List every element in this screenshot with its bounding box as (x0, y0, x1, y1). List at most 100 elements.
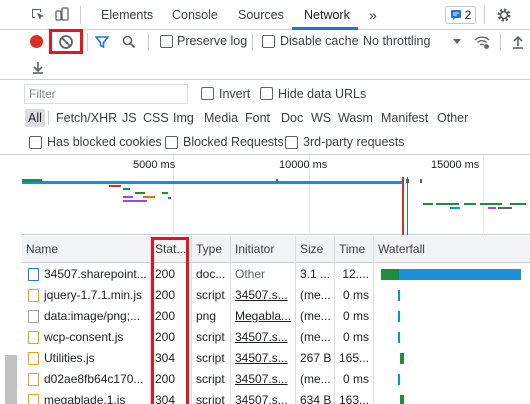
divider (252, 33, 253, 51)
filter-type-other[interactable]: Other (437, 109, 468, 127)
overview-bar (450, 207, 460, 209)
table-row[interactable]: data:image/png;... 200 png Megabla... (me...… (22, 306, 530, 327)
overview-bar (143, 196, 155, 198)
overview-tick-label: 5000 ms (133, 159, 176, 171)
waterfall-bar (381, 269, 399, 280)
more-tabs-button[interactable]: » (369, 0, 377, 30)
cell-initiator[interactable]: 34507.s... (231, 369, 295, 390)
tab-sources[interactable]: Sources (238, 0, 284, 30)
cell-time: 0 ms (342, 309, 369, 323)
has-blocked-cookies-checkbox[interactable] (29, 136, 42, 149)
device-toolbar-icon[interactable] (52, 5, 72, 25)
overview-bar (510, 203, 526, 205)
filter-type-font[interactable]: Font (245, 109, 270, 127)
issues-badge[interactable]: 2 (445, 6, 476, 24)
search-icon[interactable] (119, 32, 139, 52)
divider (148, 33, 149, 51)
table-row[interactable]: wcp-consent.js 200 script 34507.s... (me... 0… (22, 327, 530, 348)
requests-table: Name Stat... Type Initiator Size Time Wa… (22, 236, 530, 404)
cell-name: 34507.sharepoint... (44, 267, 147, 281)
cell-size: (me... (300, 372, 331, 386)
filter-type-fetch-xhr[interactable]: Fetch/XHR (56, 109, 117, 127)
tab-elements[interactable]: Elements (101, 0, 153, 30)
overview-dom-marker (407, 177, 408, 235)
cell-type: png (196, 309, 217, 323)
filter-type-img[interactable]: Img (173, 109, 194, 127)
throttling-select[interactable]: No throttling (363, 34, 430, 48)
tab-network[interactable]: Network (304, 0, 350, 30)
table-row[interactable]: Utilities.js 304 script 34507.s... 267 B 165.… (22, 348, 530, 369)
column-header-time[interactable]: Time (335, 236, 373, 263)
overview-bar (464, 203, 476, 205)
tab-console[interactable]: Console (172, 0, 218, 30)
cell-type: script (196, 372, 225, 386)
cell-initiator: Other (235, 267, 266, 281)
column-header-name[interactable]: Name (22, 236, 150, 263)
filter-type-doc[interactable]: Doc (281, 109, 303, 127)
blocked-requests-checkbox[interactable] (165, 136, 178, 149)
download-icon[interactable] (28, 57, 48, 77)
clear-icon[interactable] (56, 32, 76, 52)
cell-initiator[interactable]: 34507.s... (231, 327, 295, 348)
disable-cache-checkbox[interactable] (262, 35, 275, 48)
filter-input[interactable]: Filter (24, 84, 188, 104)
divider (48, 111, 49, 125)
network-conditions-icon[interactable] (472, 32, 492, 52)
blocked-requests-label: Blocked Requests (183, 135, 284, 149)
third-party-requests-checkbox[interactable] (285, 136, 298, 149)
cell-time: 165... (338, 351, 369, 365)
table-row[interactable]: megablade.1.js 304 script 34507.s... 634 B 16… (22, 390, 530, 404)
cell-time: 0 ms (342, 372, 369, 386)
table-row[interactable]: 34507.sharepoint... 200 doc... Other 3.1 ...… (22, 264, 530, 285)
dropdown-caret-icon[interactable] (447, 32, 467, 52)
overview-bar (123, 196, 133, 198)
table-row[interactable]: d02ae8fb64c170... 200 script 34507.s... (me.… (22, 369, 530, 390)
filter-type-ws[interactable]: WS (311, 109, 331, 127)
inspect-element-icon[interactable] (28, 5, 48, 25)
filter-icon[interactable] (92, 32, 112, 52)
network-overview[interactable]: 5000 ms 10000 ms 15000 ms (22, 155, 530, 235)
cell-initiator[interactable]: 34507.s... (231, 348, 295, 369)
cell-size: 267 B (300, 351, 332, 365)
column-header-waterfall[interactable]: Waterfall (374, 236, 524, 263)
column-header-initiator[interactable]: Initiator (231, 236, 295, 263)
cell-type: script (196, 330, 225, 344)
preserve-log-checkbox[interactable] (160, 35, 173, 48)
invert-checkbox[interactable] (201, 87, 214, 100)
divider (80, 6, 81, 24)
third-party-requests-label: 3rd-party requests (303, 135, 405, 149)
cell-initiator[interactable]: 34507.s... (231, 285, 295, 306)
overview-bar (480, 203, 502, 205)
column-header-size[interactable]: Size (296, 236, 334, 263)
overview-bar (123, 188, 130, 190)
scrollbar-thumb[interactable] (5, 355, 17, 404)
overview-bar (162, 192, 168, 194)
upload-icon[interactable] (508, 32, 528, 52)
overview-bar (498, 207, 512, 209)
filter-type-wasm[interactable]: Wasm (338, 109, 373, 127)
filter-type-js[interactable]: JS (122, 109, 137, 127)
divider (87, 33, 88, 51)
record-button[interactable] (30, 35, 43, 48)
cell-initiator[interactable]: 34507.s... (231, 390, 295, 404)
overview-bar (406, 179, 409, 183)
divider (484, 6, 485, 24)
filter-type-css[interactable]: CSS (143, 109, 169, 127)
column-header-type[interactable]: Type (192, 236, 230, 263)
hide-data-urls-checkbox[interactable] (260, 87, 273, 100)
cell-initiator[interactable]: Megabla... (231, 306, 295, 327)
cell-size: 3.1 ... (300, 267, 331, 281)
overview-bar (22, 179, 42, 182)
filter-type-all[interactable]: All (25, 109, 45, 127)
settings-gear-icon[interactable] (494, 5, 514, 25)
filter-type-media[interactable]: Media (204, 109, 238, 127)
message-icon (450, 10, 461, 20)
filter-type-manifest[interactable]: Manifest (381, 109, 428, 127)
overview-gridline (483, 155, 484, 235)
overview-bar (276, 179, 278, 182)
cell-size: (me... (300, 309, 331, 323)
has-blocked-cookies-label: Has blocked cookies (47, 135, 162, 149)
overview-tick-label: 10000 ms (279, 159, 328, 171)
waterfall-bar (398, 332, 400, 343)
table-row[interactable]: jquery-1.7.1.min.js 200 script 34507.s... (m… (22, 285, 530, 306)
